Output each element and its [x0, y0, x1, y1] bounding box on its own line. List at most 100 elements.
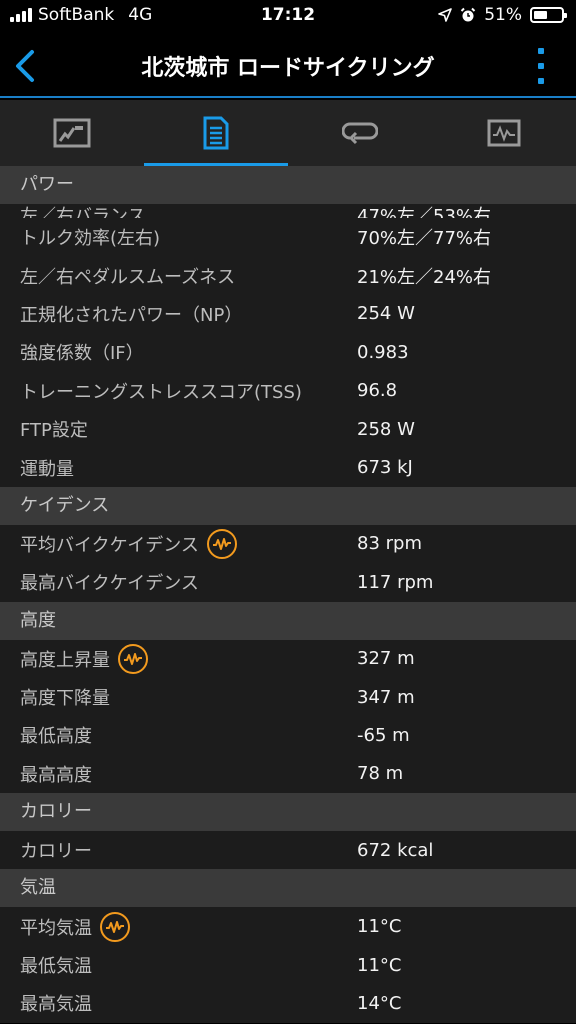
nav-bar: 北茨城市 ロードサイクリング	[0, 34, 576, 98]
stat-row: FTP設定 258 W	[0, 409, 576, 449]
stats-list[interactable]: パワー 左／右バランス 47%左／53%右 トルク効率(左右) 70%左／77%右…	[0, 166, 576, 1024]
stat-row: トルク効率(左右) 70%左／77%右	[0, 218, 576, 257]
stat-label-cell: 最低高度	[0, 722, 357, 748]
stat-label: 最高高度	[20, 764, 92, 786]
stat-row: 運動量 673 kJ	[0, 448, 576, 487]
stat-row: 最高バイクケイデンス 117 rpm	[0, 563, 576, 602]
stat-label-cell: 平均バイクケイデンス	[0, 528, 357, 559]
stat-value: 96.8	[357, 380, 398, 402]
stat-label: 左／右ペダルスムーズネス	[20, 266, 236, 288]
stat-label: 強度係数（IF）	[20, 343, 144, 365]
tab-graphs[interactable]	[432, 100, 576, 166]
graph-icon	[487, 119, 521, 147]
stat-value: 117 rpm	[357, 571, 434, 593]
activity-map-icon	[53, 118, 91, 148]
chart-waveform-icon[interactable]	[100, 911, 130, 942]
stat-label-cell: カロリー	[0, 837, 357, 863]
stat-label-cell: 左／右ペダルスムーズネス	[0, 263, 357, 289]
stats-document-icon	[203, 116, 229, 150]
stat-row[interactable]: 高度上昇量 327 m	[0, 639, 576, 678]
stat-label-cell: 高度下降量	[0, 684, 357, 710]
stat-label-cell: トレーニングストレススコア(TSS)	[0, 378, 357, 404]
section-header-power: パワー	[0, 166, 576, 204]
location-arrow-icon	[438, 8, 453, 22]
stat-value: 11°C	[357, 954, 402, 976]
stat-row: トレーニングストレススコア(TSS) 96.8	[0, 371, 576, 410]
stat-value: 78 m	[357, 763, 404, 785]
tab-map[interactable]	[0, 100, 144, 166]
stat-value: 673 kJ	[357, 457, 413, 479]
stat-label: カロリー	[20, 841, 92, 863]
stat-label: 運動量	[20, 458, 74, 480]
stat-value: 327 m	[357, 648, 415, 670]
stat-label-cell: 強度係数（IF）	[0, 339, 357, 365]
stat-value: 83 rpm	[357, 533, 422, 555]
stat-row: 最高高度 78 m	[0, 754, 576, 794]
stat-value: 21%左／24%右	[357, 266, 492, 288]
stat-label: トレーニングストレススコア(TSS)	[20, 381, 302, 403]
more-options-button[interactable]	[538, 48, 546, 84]
section-header-calories: カロリー	[0, 793, 576, 832]
stat-value: 254 W	[357, 303, 415, 325]
stat-label: 左／右バランス	[20, 206, 146, 218]
stat-label-cell: 最高気温	[0, 990, 357, 1016]
stat-value: 47%左／53%右	[357, 206, 492, 218]
stat-label: 正規化されたパワー（NP）	[20, 304, 243, 326]
stat-value: 11°C	[357, 916, 402, 938]
section-header-temperature: 気温	[0, 869, 576, 908]
stat-row[interactable]: 平均気温 11°C	[0, 907, 576, 946]
stat-value: 672 kcal	[357, 839, 434, 861]
stat-row: 最低高度 -65 m	[0, 716, 576, 755]
stat-value: 70%左／77%右	[357, 228, 492, 250]
page-title: 北茨城市 ロードサイクリング	[141, 56, 435, 81]
stat-label-cell: 最高バイクケイデンス	[0, 569, 357, 595]
stat-row: カロリー 672 kcal	[0, 831, 576, 870]
stat-row: 最低気温 11°C	[0, 945, 576, 985]
stat-label-cell: 平均気温	[0, 911, 357, 942]
stat-label: 高度下降量	[20, 688, 110, 710]
stat-row: 高度下降量 347 m	[0, 677, 576, 717]
stat-label: FTP設定	[20, 420, 88, 442]
tab-laps[interactable]	[288, 100, 432, 166]
laps-icon	[342, 122, 378, 145]
stat-row: 強度係数（IF） 0.983	[0, 333, 576, 372]
battery-fill	[534, 11, 548, 19]
stat-value: 347 m	[357, 686, 415, 708]
stat-label: 平均気温	[20, 917, 92, 939]
stat-label: 最高気温	[20, 994, 92, 1016]
stat-value: -65 m	[357, 724, 410, 746]
cadence-rows: 平均バイクケイデンス 83 rpm 最高バイクケイデンス 117 rpm	[0, 524, 576, 602]
elevation-rows: 高度上昇量 327 m 高度下降量 347 m 最低高度 -65 m 最高高度 78 m	[0, 639, 576, 794]
chart-waveform-icon[interactable]	[118, 643, 148, 674]
stat-value: 14°C	[357, 992, 402, 1014]
calories-rows: カロリー 672 kcal	[0, 831, 576, 870]
back-button[interactable]	[10, 48, 40, 84]
tab-stats[interactable]	[144, 100, 288, 166]
stat-label-cell: 最高高度	[0, 761, 357, 787]
stat-row[interactable]: 平均バイクケイデンス 83 rpm	[0, 524, 576, 564]
chart-waveform-icon[interactable]	[206, 528, 237, 559]
section-header-elevation: 高度	[0, 601, 576, 640]
chevron-left-icon	[16, 50, 34, 82]
stat-label: 平均バイクケイデンス	[20, 534, 199, 556]
stat-value: 258 W	[357, 418, 415, 440]
tab-bar	[0, 100, 576, 166]
stat-label: トルク効率(左右)	[20, 228, 161, 250]
status-bar: SoftBank 4G 17:12 51%	[0, 0, 576, 34]
more-dot	[538, 78, 544, 84]
stat-label-cell: 最低気温	[0, 952, 357, 978]
stat-label-cell: 正規化されたパワー（NP）	[0, 301, 357, 327]
stat-row-partial: 左／右バランス 47%左／53%右	[0, 204, 576, 218]
stat-value: 0.983	[357, 341, 409, 363]
battery-percent: 51%	[484, 5, 522, 25]
stat-label: 高度上昇量	[20, 649, 110, 671]
stat-row: 最高気温 14°C	[0, 984, 576, 1023]
power-rows: トルク効率(左右) 70%左／77%右左／右ペダルスムーズネス 21%左／24%右正…	[0, 218, 576, 487]
section-header-cadence: ケイデンス	[0, 486, 576, 525]
temperature-rows: 平均気温 11°C 最低気温 11°C 最高気温 14°C	[0, 907, 576, 1023]
stat-label: 最低気温	[20, 956, 92, 978]
battery-icon	[530, 7, 567, 23]
stat-row: 正規化されたパワー（NP） 254 W	[0, 294, 576, 334]
more-dot	[538, 48, 544, 54]
stat-label-cell: 高度上昇量	[0, 643, 357, 674]
